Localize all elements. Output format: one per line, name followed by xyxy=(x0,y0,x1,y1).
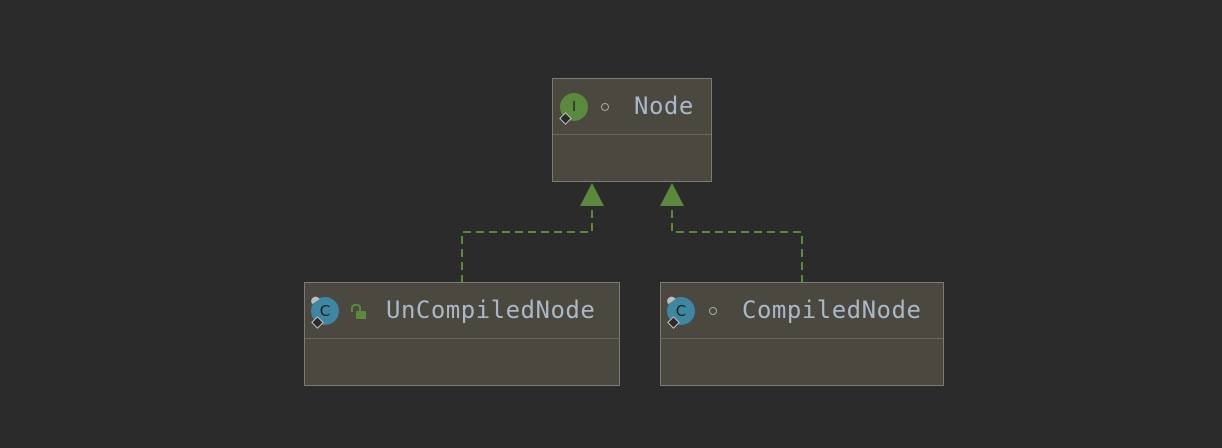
edge-compilednode-to-node[interactable] xyxy=(660,183,803,283)
node-header: I Node xyxy=(553,79,711,135)
node-header: C CompiledNode xyxy=(661,283,943,339)
public-visibility-icon xyxy=(351,304,366,319)
node-class-compilednode[interactable]: C CompiledNode xyxy=(660,282,944,386)
node-name: Node xyxy=(634,92,694,120)
class-icon-letter: C xyxy=(319,302,331,320)
edge-uncompilednode-to-node[interactable] xyxy=(461,183,604,283)
node-name: CompiledNode xyxy=(742,296,922,324)
package-visibility-icon xyxy=(709,307,717,315)
class-icon-letter: C xyxy=(675,302,687,320)
node-body xyxy=(661,339,943,383)
package-visibility-icon xyxy=(601,103,609,111)
node-body xyxy=(553,135,711,179)
arrowhead-icon xyxy=(660,183,684,206)
node-header: C UnCompiledNode xyxy=(305,283,619,339)
node-interface-node[interactable]: I Node xyxy=(552,78,712,182)
node-body xyxy=(305,339,619,383)
node-name: UnCompiledNode xyxy=(386,296,596,324)
node-class-uncompilednode[interactable]: C UnCompiledNode xyxy=(304,282,620,386)
interface-icon-letter: I xyxy=(572,99,576,115)
edge-line xyxy=(461,206,593,283)
arrowhead-icon xyxy=(580,183,604,206)
edge-line xyxy=(671,206,803,283)
